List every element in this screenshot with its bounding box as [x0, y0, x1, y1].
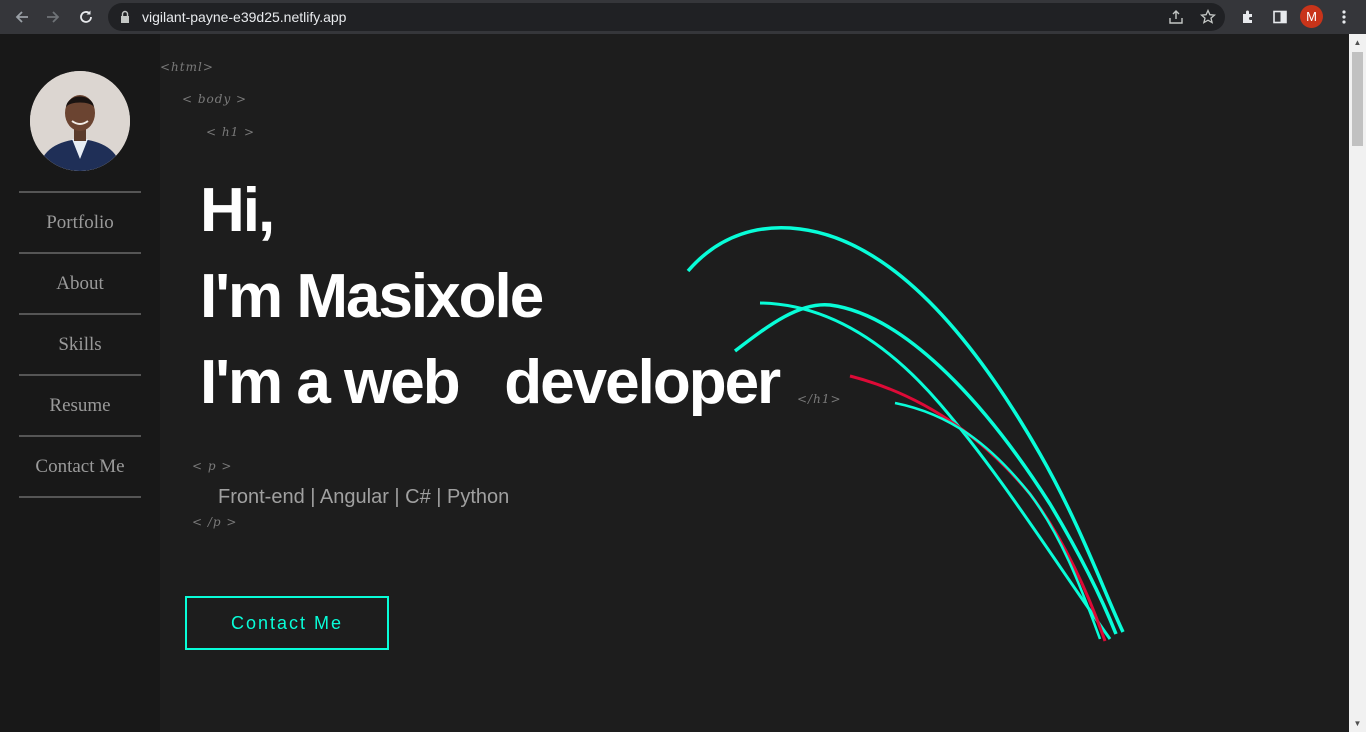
- arc-1: [686, 226, 1125, 633]
- skills-subtitle: Front-end | Angular | C# | Python: [218, 486, 510, 508]
- more-menu-icon[interactable]: [1332, 5, 1356, 29]
- scroll-thumb[interactable]: [1352, 52, 1363, 146]
- contact-me-button[interactable]: Contact Me: [185, 596, 389, 650]
- url-text[interactable]: vigilant-payne-e39d25.netlify.app: [142, 9, 346, 25]
- headline-line-1: Hi,: [200, 176, 275, 245]
- html-tag-label: <html>: [160, 60, 214, 74]
- lock-icon: [121, 10, 129, 23]
- headline-line-3: I'm a web developer: [200, 348, 781, 417]
- sidebar-nav: Portfolio About Skills Resume Contact Me: [19, 191, 141, 498]
- browser-toolbar: vigilant-payne-e39d25.netlify.app M: [0, 0, 1366, 34]
- address-bar[interactable]: vigilant-payne-e39d25.netlify.app: [108, 3, 1225, 31]
- arc-4: [849, 374, 1107, 642]
- sidebar-item-contact[interactable]: Contact Me: [19, 437, 141, 498]
- arc-2: [733, 303, 1118, 635]
- sidebar-item-portfolio[interactable]: Portfolio: [19, 193, 141, 254]
- p-close-tag-label: < /p >: [192, 515, 238, 529]
- scrollbar[interactable]: ▲ ▼: [1349, 34, 1366, 732]
- h1-close-tag-label: </h1>: [797, 392, 842, 406]
- h1-open-tag-label: < h1 >: [206, 125, 256, 139]
- bookmark-star-icon[interactable]: [1198, 7, 1218, 27]
- headline-line-2: I'm Masixole: [200, 262, 544, 331]
- profile-photo: [30, 71, 130, 171]
- scroll-down-arrow-icon[interactable]: ▼: [1349, 715, 1366, 732]
- extensions-icon[interactable]: [1236, 5, 1260, 29]
- sidebar-item-about[interactable]: About: [19, 254, 141, 315]
- side-panel-icon[interactable]: [1268, 5, 1292, 29]
- page-content: Portfolio About Skills Resume Contact Me…: [0, 34, 1349, 732]
- body-tag-label: < body >: [182, 92, 248, 106]
- sidebar-item-skills[interactable]: Skills: [19, 315, 141, 376]
- reload-icon[interactable]: [73, 4, 99, 30]
- scroll-up-arrow-icon[interactable]: ▲: [1349, 34, 1366, 51]
- share-icon[interactable]: [1166, 7, 1186, 27]
- arc-3: [759, 301, 1112, 640]
- p-open-tag-label: < p >: [192, 459, 233, 473]
- forward-icon[interactable]: [40, 4, 66, 30]
- sidebar-item-resume[interactable]: Resume: [19, 376, 141, 437]
- arc-5: [894, 401, 1102, 640]
- sidebar: Portfolio About Skills Resume Contact Me: [0, 34, 160, 732]
- back-icon[interactable]: [9, 4, 35, 30]
- profile-avatar[interactable]: M: [1300, 5, 1323, 28]
